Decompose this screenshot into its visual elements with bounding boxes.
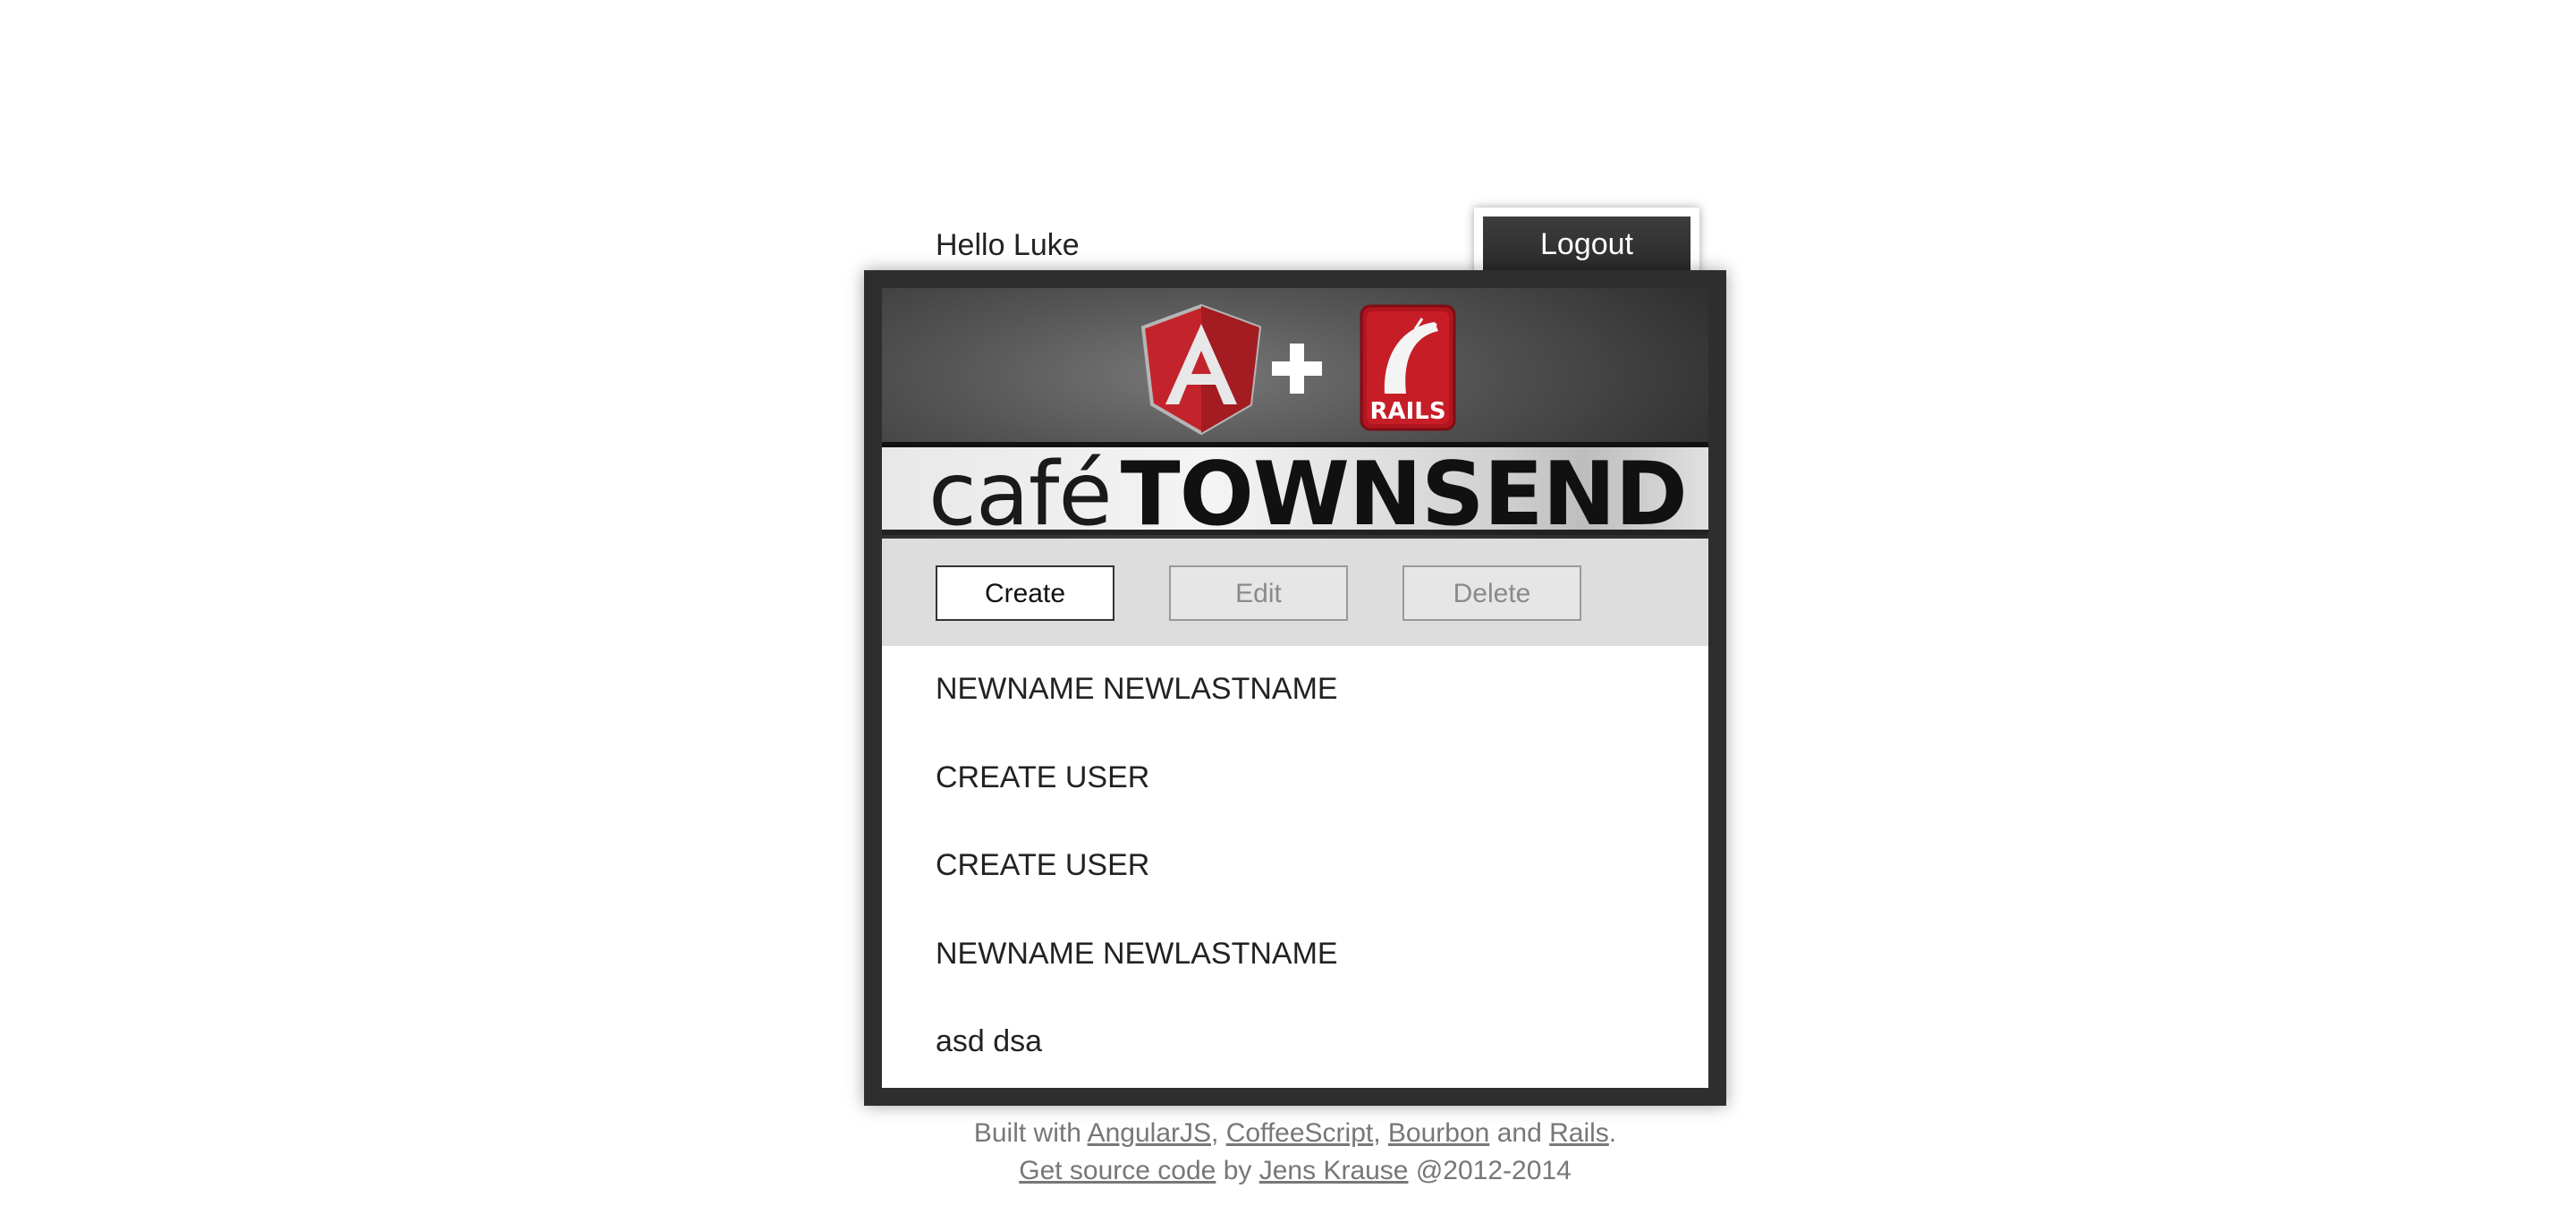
employee-list: NEWNAME NEWLASTNAME CREATE USER CREATE U… xyxy=(882,646,1708,1088)
rails-logo-icon: RAILS xyxy=(1360,304,1456,431)
brand-logo: café TOWNSEND xyxy=(928,451,1688,539)
app-header: RAILS café TOWNSEND xyxy=(882,288,1708,539)
footer-separator: , xyxy=(1373,1118,1381,1148)
angularjs-logo-icon xyxy=(1141,304,1261,435)
rails-link[interactable]: Rails xyxy=(1549,1118,1609,1148)
logo-row: RAILS xyxy=(882,304,1708,438)
footer-period: . xyxy=(1608,1118,1617,1148)
employee-toolbar: Create Edit Delete xyxy=(882,539,1708,646)
edit-button[interactable]: Edit xyxy=(1169,565,1348,621)
footer-built-with-text: Built with xyxy=(973,1118,1081,1148)
source-code-link[interactable]: Get source code xyxy=(1019,1156,1216,1185)
employee-list-item[interactable]: CREATE USER xyxy=(882,822,1708,911)
employee-list-item[interactable]: NEWNAME NEWLASTNAME xyxy=(882,911,1708,999)
author-link[interactable]: Jens Krause xyxy=(1259,1156,1409,1185)
footer-copyright-text: @2012-2014 xyxy=(1415,1156,1572,1185)
svg-text:RAILS: RAILS xyxy=(1369,398,1445,425)
page: Hello Luke Logout RAILS café TOWNSEND Cr… xyxy=(0,0,2576,1231)
delete-button[interactable]: Delete xyxy=(1402,565,1581,621)
brand-banner: café TOWNSEND xyxy=(882,442,1708,539)
brand-townsend-text: TOWNSEND xyxy=(1120,444,1688,539)
footer-credits-line: Built with AngularJS, CoffeeScript, Bour… xyxy=(864,1115,1726,1152)
footer-by-text: by xyxy=(1223,1156,1252,1185)
create-button[interactable]: Create xyxy=(936,565,1114,621)
footer: Built with AngularJS, CoffeeScript, Bour… xyxy=(864,1115,1726,1190)
app-frame: RAILS café TOWNSEND Create Edit Delete NE… xyxy=(864,270,1726,1106)
employee-list-item[interactable]: NEWNAME NEWLASTNAME xyxy=(882,646,1708,734)
logout-button[interactable]: Logout xyxy=(1483,216,1690,272)
plus-icon xyxy=(1272,344,1322,394)
employee-list-item[interactable]: asd dsa xyxy=(882,998,1708,1087)
brand-cafe-text: café xyxy=(928,444,1113,539)
greeting-text: Hello Luke xyxy=(936,228,1080,262)
angularjs-link[interactable]: AngularJS xyxy=(1088,1118,1211,1148)
coffeescript-link[interactable]: CoffeeScript xyxy=(1226,1118,1374,1148)
footer-and-text: and xyxy=(1496,1118,1542,1148)
footer-separator: , xyxy=(1211,1118,1219,1148)
bourbon-link[interactable]: Bourbon xyxy=(1388,1118,1489,1148)
employee-list-item[interactable]: CREATE USER xyxy=(882,734,1708,823)
footer-source-line: Get source code by Jens Krause @2012-201… xyxy=(864,1152,1726,1190)
